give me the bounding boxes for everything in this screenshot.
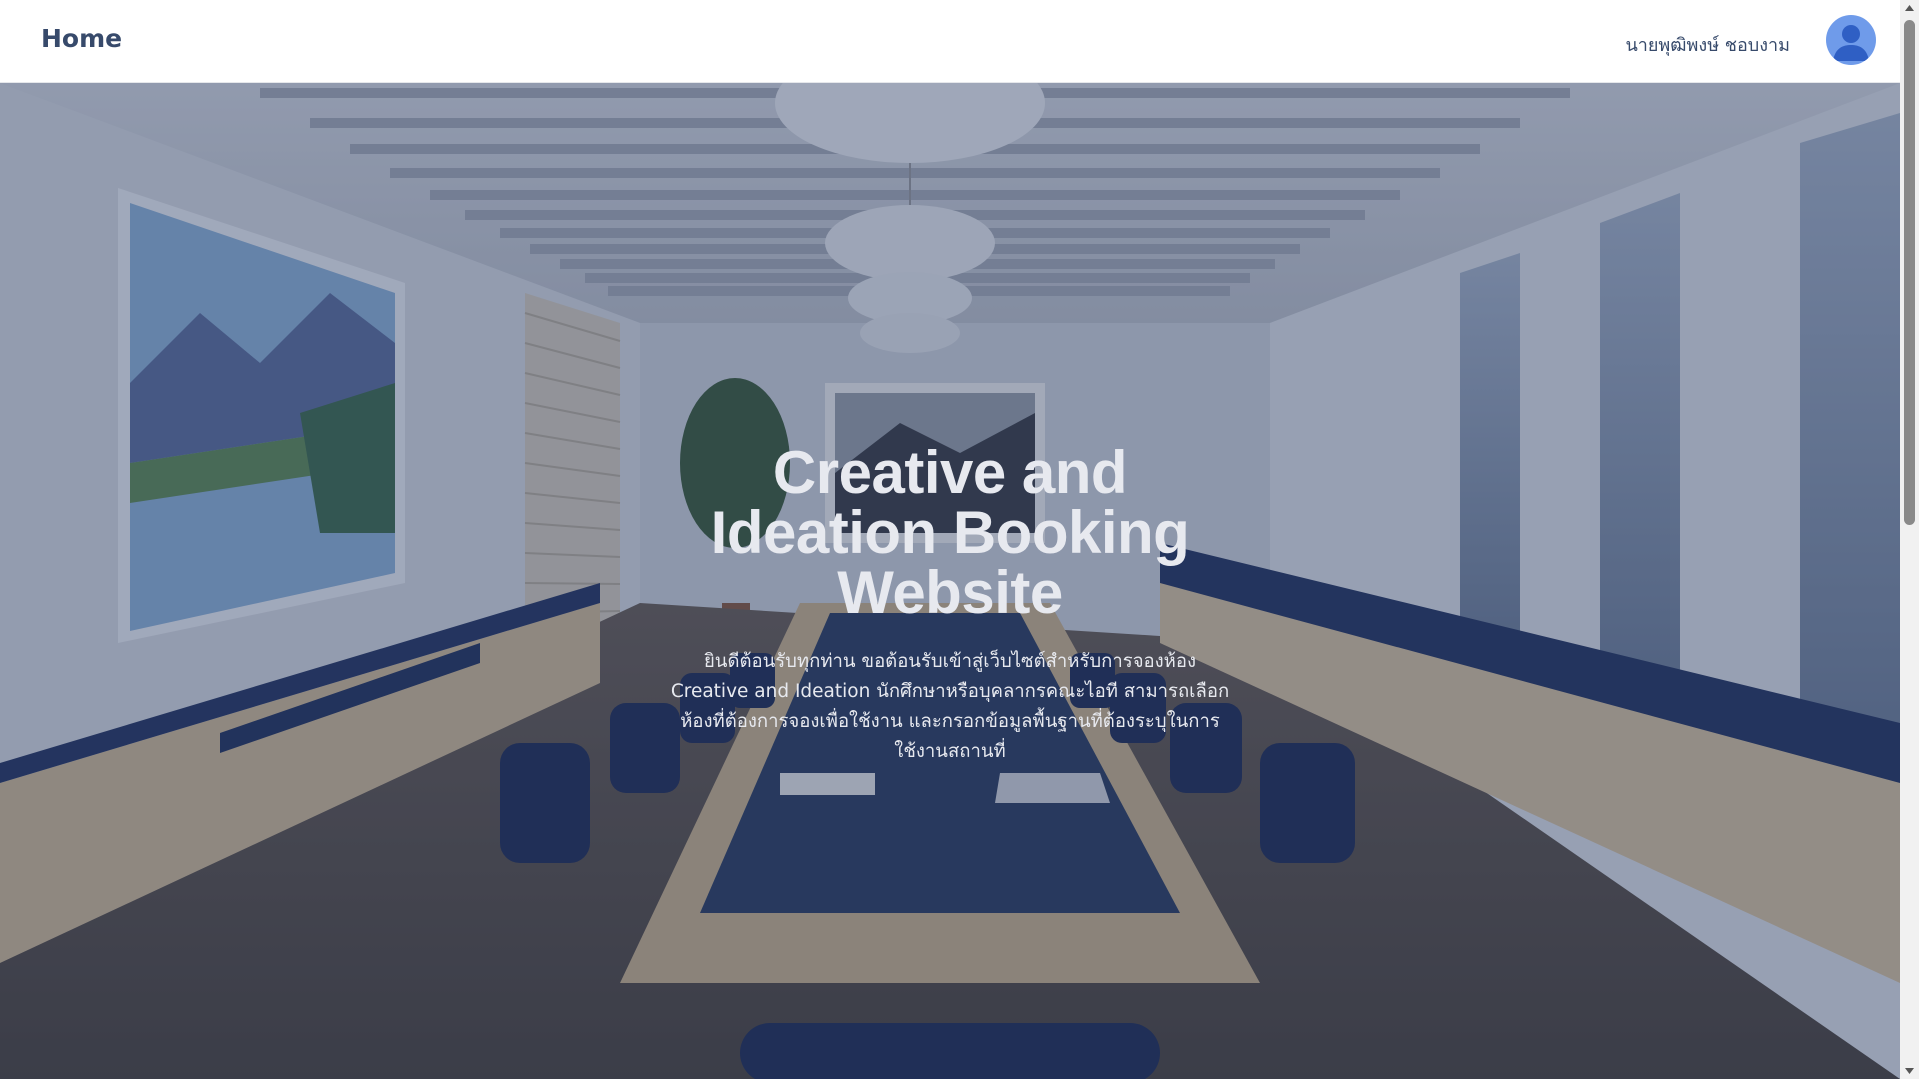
hero-section: Creative and Ideation Booking Website ยิ…: [0, 83, 1900, 1079]
page: Home นายพุฒิพงษ์ ชอบงาม Creative and Ide…: [0, 0, 1900, 1079]
hero-content: Creative and Ideation Booking Website ยิ…: [660, 443, 1240, 767]
user-name[interactable]: นายพุฒิพงษ์ ชอบงาม: [1625, 30, 1790, 59]
scroll-thumb[interactable]: [1904, 20, 1915, 525]
vertical-scrollbar[interactable]: [1900, 0, 1919, 1079]
arrow-down-icon[interactable]: [1900, 1062, 1919, 1079]
hero-title: Creative and Ideation Booking Website: [710, 439, 1190, 626]
navbar: Home นายพุฒิพงษ์ ชอบงาม: [0, 0, 1900, 83]
arrow-up-icon[interactable]: [1900, 0, 1919, 17]
hero-description: ยินดีต้อนรับทุกท่าน ขอต้อนรับเข้าสู่เว็บ…: [670, 651, 1230, 762]
home-link[interactable]: Home: [41, 24, 122, 53]
user-avatar-icon[interactable]: [1826, 15, 1876, 65]
